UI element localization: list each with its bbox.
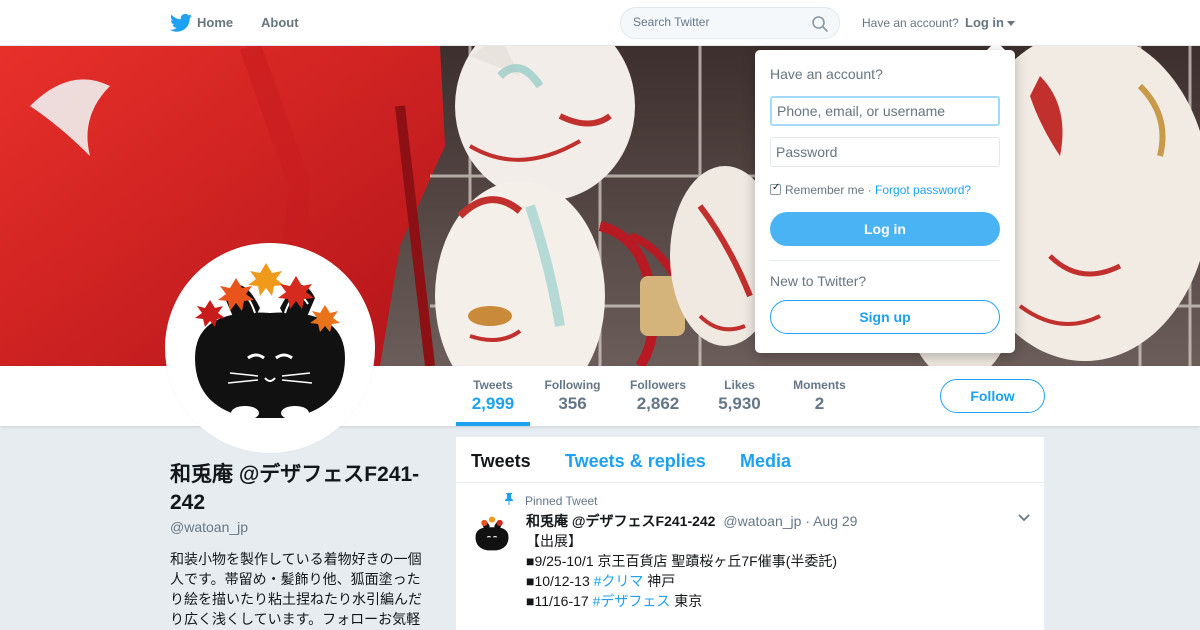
- tweet-text: 【出展】 ■9/25-10/1 京王百貨店 聖蹟桜ヶ丘7F催事(半委託) ■10…: [526, 531, 837, 611]
- login-menu-toggle[interactable]: Log in: [965, 15, 1015, 30]
- stat-following[interactable]: Following 356: [541, 378, 604, 414]
- search-box: [620, 7, 840, 39]
- tweet-line: ■9/25-10/1 京王百貨店 聖蹟桜ヶ丘7F催事(半委託): [526, 553, 838, 569]
- tweet-timestamp[interactable]: · Aug 29: [805, 513, 857, 529]
- pinned-tweet-label: Pinned Tweet: [525, 494, 598, 508]
- pin-icon: [505, 493, 513, 505]
- tweet-line-text: 東京: [670, 593, 703, 609]
- avatar-rabbit-emblem: [170, 248, 370, 448]
- profile-bio: 和装小物を製作している着物好きの一個人です。帯留め・髪飾り他、狐面塗ったり絵を描…: [170, 551, 422, 627]
- stat-tweets-value: 2,999: [471, 394, 515, 413]
- tweet-header: 和兎庵 @デザフェスF241-242 @watoan_jp · Aug 29: [526, 511, 857, 531]
- tweet-line-text: ■10/12-13: [526, 573, 594, 589]
- top-navigation-bar: Home About Have an account? Log in: [0, 0, 1200, 46]
- new-to-twitter-text: New to Twitter?: [770, 273, 867, 289]
- hashtag-link[interactable]: #クリマ: [594, 573, 644, 589]
- search-icon[interactable]: [811, 15, 829, 33]
- tab-tweets[interactable]: Tweets: [471, 451, 531, 472]
- login-dropdown-heading: Have an account?: [770, 66, 883, 82]
- signup-button[interactable]: Sign up: [770, 300, 1000, 334]
- stat-followers-label: Followers: [629, 378, 686, 392]
- stat-followers-value: 2,862: [636, 394, 680, 413]
- stat-likes-value: 5,930: [718, 394, 761, 413]
- tweet-author-handle[interactable]: @watoan_jp: [723, 513, 801, 529]
- timeline: Tweets Tweets & replies Media Pinned Twe…: [456, 437, 1044, 630]
- twitter-bird-icon[interactable]: [170, 13, 192, 33]
- profile-avatar[interactable]: [165, 243, 375, 453]
- profile-name[interactable]: 和兎庵 @デザフェスF241-242: [170, 461, 440, 517]
- search-input[interactable]: [633, 15, 803, 29]
- tweet-line: ■10/12-13 #クリマ 神戸: [526, 571, 837, 591]
- stat-tweets-label: Tweets: [473, 378, 513, 392]
- hashtag-link[interactable]: #デザフェス: [593, 593, 671, 609]
- dropdown-caret: [987, 41, 1005, 50]
- tweet-avatar-emblem: [470, 513, 514, 557]
- have-account-text: Have an account?: [862, 16, 959, 30]
- stat-likes[interactable]: Likes 5,930: [712, 378, 767, 414]
- follow-button[interactable]: Follow: [940, 379, 1045, 413]
- stat-tweets[interactable]: Tweets 2,999: [456, 378, 530, 426]
- tab-media[interactable]: Media: [740, 451, 791, 472]
- stat-moments[interactable]: Moments 2: [789, 378, 850, 414]
- login-dropdown: Have an account? Remember me · Forgot pa…: [755, 50, 1015, 353]
- tweet-avatar[interactable]: [470, 513, 514, 557]
- tweet-author-name[interactable]: 和兎庵 @デザフェスF241-242: [526, 513, 715, 529]
- profile-handle[interactable]: @watoan_jp: [170, 519, 248, 535]
- forgot-password-link[interactable]: Forgot password?: [875, 183, 971, 197]
- username-field[interactable]: [770, 96, 1000, 126]
- stat-following-label: Following: [544, 378, 601, 392]
- nav-about-link[interactable]: About: [261, 15, 299, 30]
- tab-tweets-replies[interactable]: Tweets & replies: [565, 451, 706, 472]
- stat-moments-label: Moments: [793, 378, 846, 392]
- stat-following-value: 356: [558, 394, 587, 413]
- login-menu-label: Log in: [965, 15, 1004, 30]
- remember-me-label[interactable]: Remember me: [785, 183, 864, 197]
- tweet-line-text: 神戸: [643, 573, 676, 589]
- nav-home-link[interactable]: Home: [197, 15, 233, 30]
- login-button[interactable]: Log in: [770, 212, 1000, 246]
- tweet-line: 【出展】: [526, 533, 582, 549]
- stat-followers[interactable]: Followers 2,862: [626, 378, 690, 414]
- chevron-down-icon[interactable]: [1018, 514, 1030, 522]
- divider: [770, 260, 1000, 261]
- caret-down-icon: [1007, 21, 1015, 27]
- remember-separator: ·: [864, 183, 876, 197]
- stat-moments-value: 2: [814, 394, 825, 413]
- tweet-line: ■11/16-17 #デザフェス 東京: [526, 591, 837, 611]
- remember-me-checkbox[interactable]: [770, 182, 781, 195]
- remember-me-row: Remember me · Forgot password?: [770, 182, 971, 197]
- pinned-tweet[interactable]: Pinned Tweet 和兎庵 @デザフェスF241-242 @watoan_…: [456, 483, 1044, 630]
- timeline-tabs: Tweets Tweets & replies Media: [456, 437, 1044, 483]
- stat-likes-label: Likes: [724, 378, 755, 392]
- tweet-line-text: ■11/16-17: [526, 593, 593, 609]
- password-field[interactable]: [770, 137, 1000, 167]
